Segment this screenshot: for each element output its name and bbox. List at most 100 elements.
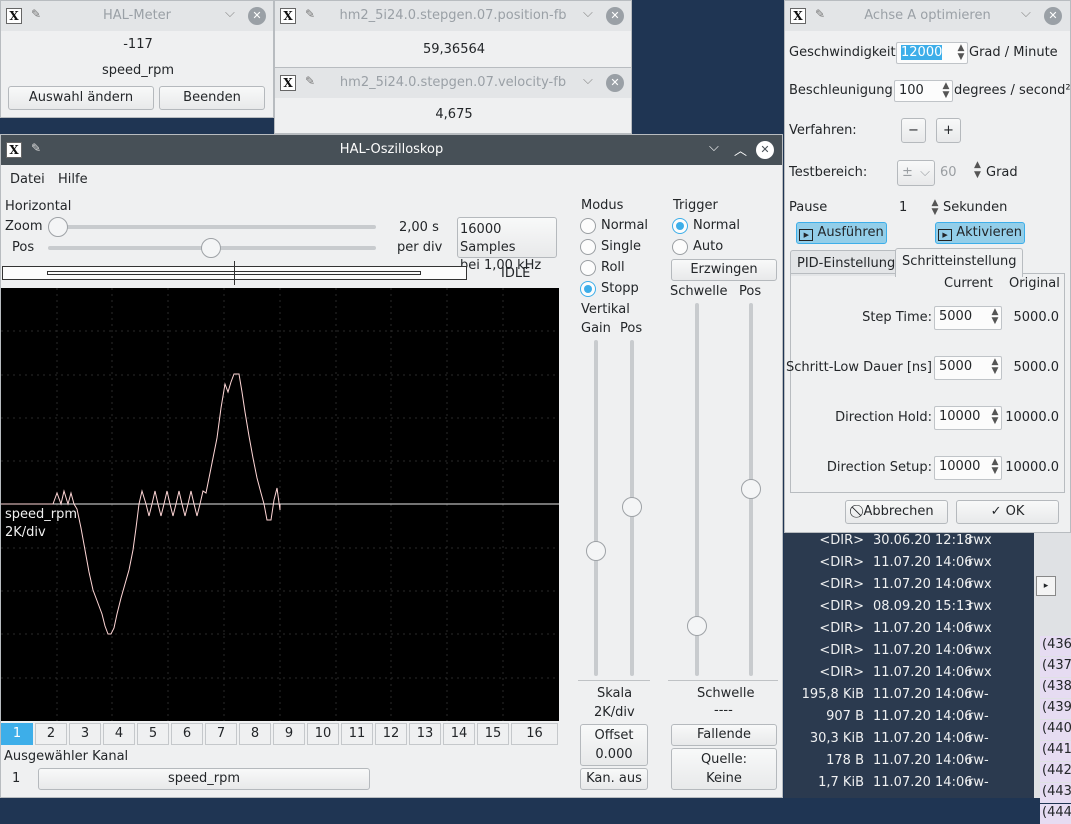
tuning-row-current-input[interactable]: 5000 ▲ ▼ [934,356,1002,380]
ok-button[interactable]: ✓ OK [956,500,1059,524]
zoom-slider-track[interactable] [48,225,376,229]
position-titlebar[interactable]: X ✎ hm2_5i24.0.stepgen.07.position-fb ⌵ … [275,1,631,31]
channel-button-11[interactable]: 11 [341,723,373,745]
cancel-button[interactable]: ⃠ Abbrechen [845,500,948,524]
zoom-slider-handle[interactable] [48,217,68,237]
pos-slider-handle[interactable] [201,238,221,258]
mode-stop-label[interactable]: Stopp [601,281,639,296]
side-panel-handle[interactable]: ▸ [1036,576,1056,596]
mode-roll-label[interactable]: Roll [601,260,625,275]
file-row[interactable]: 30,3 KiB 11.07.20 14:06 rw- [784,728,1034,750]
vertical-pos-slider-handle[interactable] [622,497,642,517]
chevron-down-icon[interactable]: ⌵ [583,73,593,88]
spin-arrows-icon[interactable]: ▲ ▼ [929,198,941,218]
spin-arrows-icon[interactable]: ▲ ▼ [955,43,967,63]
channel-button-9[interactable]: 9 [273,723,305,745]
spin-arrows-icon[interactable]: ▲ ▼ [989,357,1001,379]
tuning-row-current-input[interactable]: 5000 ▲ ▼ [934,306,1002,330]
file-row[interactable]: <DIR> 11.07.20 14:06 rwx [784,574,1034,596]
close-icon[interactable]: ✕ [606,7,624,25]
chevron-down-icon[interactable]: ⌵ [709,140,719,155]
spin-arrows-icon[interactable]: ▲ ▼ [974,160,981,180]
file-row[interactable]: <DIR> 11.07.20 14:06 rwx [784,618,1034,640]
tab-step-settings[interactable]: Schritteinstellung [895,248,1024,277]
run-button[interactable]: ▶ Ausführen [796,222,887,244]
file-row[interactable]: <DIR> 11.07.20 14:06 rwx [784,662,1034,684]
file-row[interactable]: <DIR> 30.06.20 12:18 rwx [784,530,1034,552]
file-row[interactable]: 1,7 KiB 11.07.20 14:06 rw- [784,772,1034,794]
close-icon[interactable]: ✕ [1044,7,1062,25]
gain-slider-handle[interactable] [586,541,606,561]
file-row[interactable]: 907 B 11.07.20 14:06 rw- [784,706,1034,728]
channel-button-15[interactable]: 15 [477,723,509,745]
trigger-source-button[interactable]: Quelle: Keine [671,748,777,790]
spin-arrows-icon[interactable]: ▲ ▼ [940,81,952,101]
channel-button-13[interactable]: 13 [409,723,441,745]
jog-plus-button[interactable]: + [936,118,961,143]
chevron-down-icon[interactable]: ⌵ [225,6,235,21]
scope-display[interactable]: speed_rpm 2K/div [1,288,559,721]
range-value[interactable]: 60 [940,165,957,180]
pause-input[interactable]: 1 ▲ ▼ [894,197,942,219]
mode-normal-label[interactable]: Normal [601,218,648,233]
mode-single-label[interactable]: Single [601,239,641,254]
channel-button-7[interactable]: 7 [205,723,237,745]
range-sign-select[interactable]: ± ⌵ [897,160,935,186]
channel-button-14[interactable]: 14 [443,723,475,745]
file-row[interactable]: 195,8 KiB 11.07.20 14:06 rw- [784,684,1034,706]
channel-button-4[interactable]: 4 [103,723,135,745]
mode-normal-radio[interactable] [580,218,596,234]
close-icon[interactable]: ✕ [248,7,266,25]
tuning-row-current-input[interactable]: 10000 ▲ ▼ [934,456,1002,480]
jog-minus-button[interactable]: − [901,118,926,143]
chevron-down-icon[interactable]: ⌵ [583,6,593,21]
close-icon[interactable]: ✕ [606,74,624,92]
scope-titlebar[interactable]: X ✎ HAL-Oszilloskop ⌵ ︿ ✕ [1,135,782,165]
mode-single-radio[interactable] [580,239,596,255]
gain-slider-track[interactable] [594,340,598,676]
spin-arrows-icon[interactable]: ▲ ▼ [989,407,1001,429]
file-row[interactable]: 178 B 11.07.20 14:06 rw- [784,750,1034,772]
trigger-pos-slider-handle[interactable] [741,479,761,499]
force-trigger-button[interactable]: Erzwingen [671,259,777,281]
trigger-normal-radio[interactable] [672,218,688,234]
threshold-slider-handle[interactable] [687,616,707,636]
spin-arrows-icon[interactable]: ▲ ▼ [989,307,1001,329]
trigger-auto-label[interactable]: Auto [693,239,723,254]
speed-input[interactable]: 12000 ▲ ▼ [896,42,968,64]
channel-button-3[interactable]: 3 [69,723,101,745]
selected-channel-signal-button[interactable]: speed_rpm [38,768,370,790]
spin-arrows-icon[interactable]: ▲ ▼ [989,457,1001,479]
channel-button-16[interactable]: 16 [511,723,558,745]
chevron-down-icon[interactable]: ⌵ [1021,6,1031,21]
mode-roll-radio[interactable] [580,260,596,276]
tuning-titlebar[interactable]: X ✎ Achse A optimieren ⌵ ✕ [785,1,1070,31]
mode-stop-radio[interactable] [580,281,596,297]
channel-button-1[interactable]: 1 [1,723,33,745]
trigger-auto-radio[interactable] [672,239,688,255]
velocity-titlebar[interactable]: X ✎ hm2_5i24.0.stepgen.07.velocity-fb ⌵ … [275,68,631,98]
samples-button[interactable]: 16000 Samples bei 1,00 kHz [457,217,557,273]
channel-button-6[interactable]: 6 [171,723,203,745]
quit-button[interactable]: Beenden [159,86,265,110]
offset-button[interactable]: Offset 0.000 [580,724,648,766]
menu-file[interactable]: Datei [10,172,45,187]
hal-meter-titlebar[interactable]: X ✎ HAL-Meter ⌵ ✕ [1,1,273,31]
file-row[interactable]: <DIR> 11.07.20 14:06 rwx [784,552,1034,574]
record-position-bar[interactable] [2,261,467,285]
menu-help[interactable]: Hilfe [58,172,88,187]
maximize-icon[interactable]: ︿ [734,140,747,159]
close-icon[interactable]: ✕ [756,141,774,159]
enable-button[interactable]: ▶ Aktivieren [935,222,1025,244]
channel-button-8[interactable]: 8 [239,723,271,745]
channel-button-10[interactable]: 10 [307,723,339,745]
channel-off-button[interactable]: Kan. aus [580,768,648,790]
falling-edge-button[interactable]: Fallende [671,724,777,746]
file-row[interactable]: <DIR> 11.07.20 14:06 rwx [784,640,1034,662]
channel-button-2[interactable]: 2 [35,723,67,745]
file-row[interactable]: <DIR> 08.09.20 15:13 rwx [784,596,1034,618]
select-signal-button[interactable]: Auswahl ändern [8,86,154,110]
trigger-normal-label[interactable]: Normal [693,218,740,233]
channel-button-5[interactable]: 5 [137,723,169,745]
channel-button-12[interactable]: 12 [375,723,407,745]
